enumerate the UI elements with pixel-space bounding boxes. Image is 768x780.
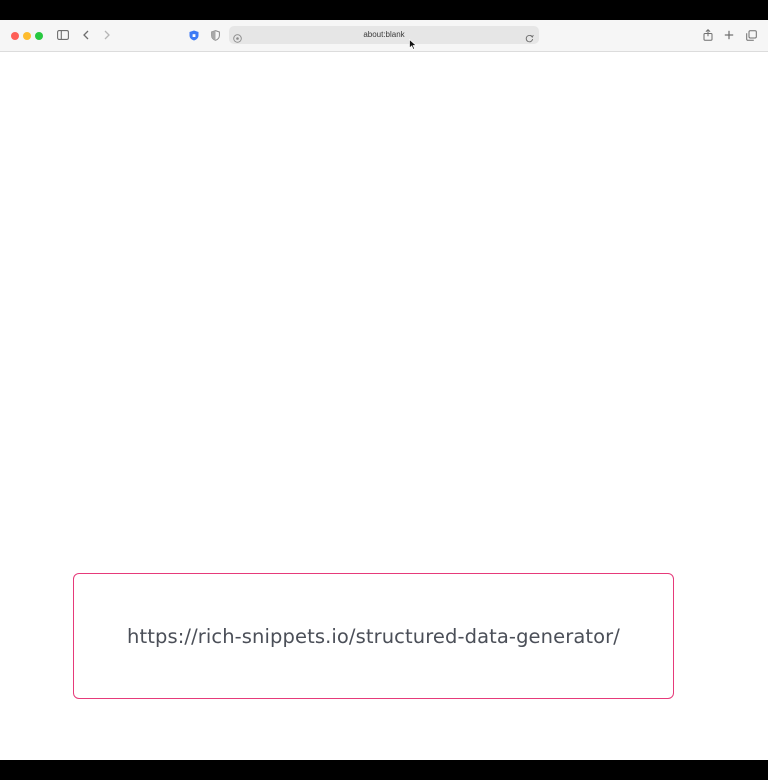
sidebar-icon[interactable] — [57, 28, 69, 42]
minimize-window-button[interactable] — [23, 32, 31, 40]
mouse-cursor-icon — [409, 37, 418, 55]
chevron-right-icon[interactable] — [104, 28, 110, 42]
browser-toolbar: about:blank — [0, 20, 768, 52]
plus-icon[interactable] — [724, 28, 734, 42]
browser-window: about:blank https://rich-snippets.io/str… — [0, 20, 768, 760]
tab-overview-icon[interactable] — [746, 28, 757, 42]
address-text: about:blank — [363, 30, 405, 39]
chevron-left-icon[interactable] — [83, 28, 89, 42]
shield-extension-icon[interactable] — [189, 28, 199, 42]
close-window-button[interactable] — [11, 32, 19, 40]
reload-icon[interactable] — [525, 30, 534, 48]
share-icon[interactable] — [703, 28, 713, 42]
privacy-report-icon[interactable] — [211, 28, 220, 42]
url-caption-card: https://rich-snippets.io/structured-data… — [73, 573, 674, 699]
zoom-window-button[interactable] — [35, 32, 43, 40]
url-caption-text: https://rich-snippets.io/structured-data… — [127, 624, 620, 648]
address-bar[interactable]: about:blank — [229, 26, 539, 44]
